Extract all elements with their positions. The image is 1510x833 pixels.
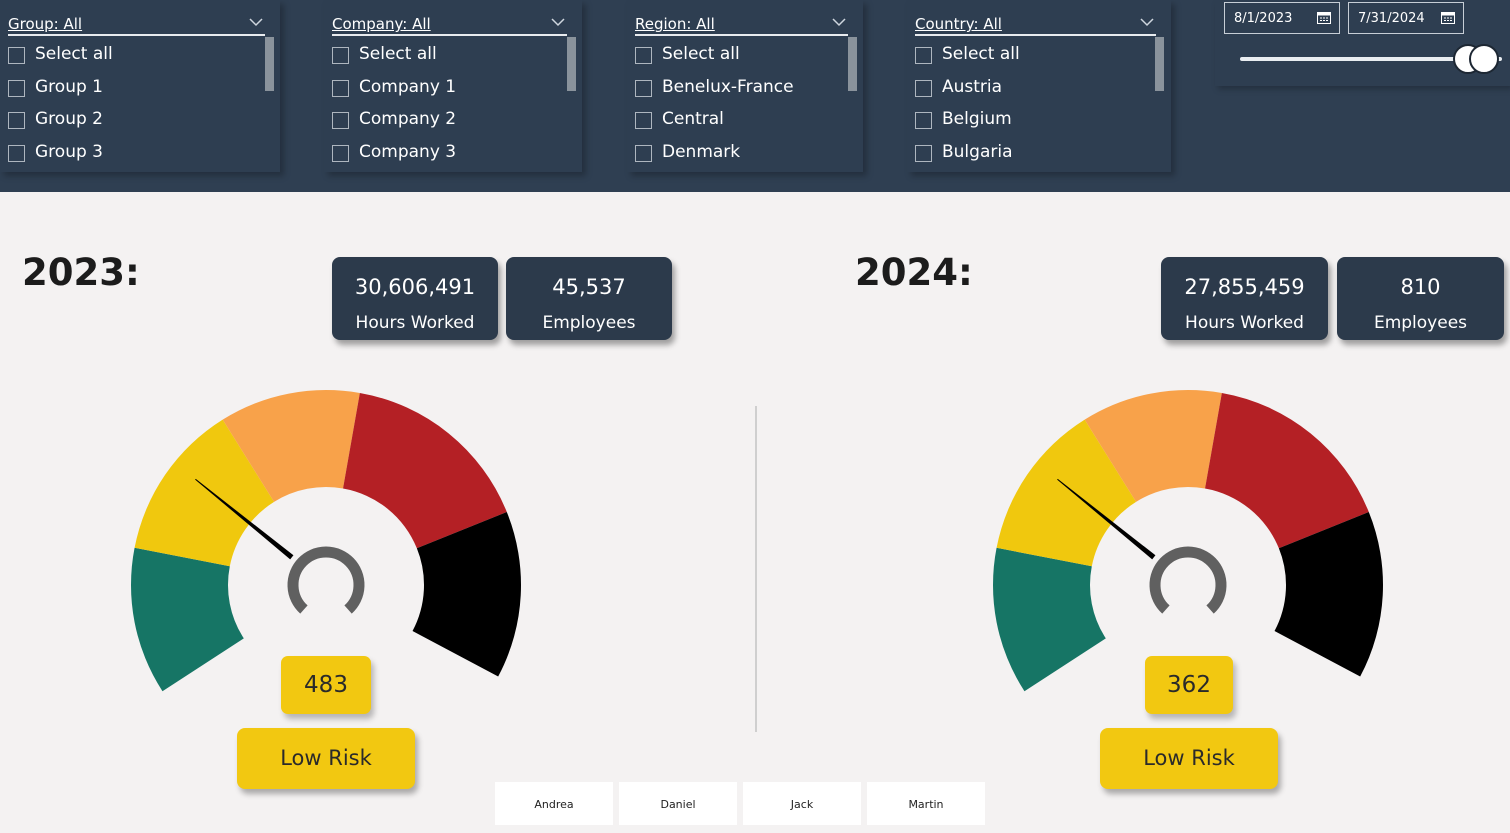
calendar-icon[interactable] bbox=[1441, 11, 1455, 24]
checkbox[interactable] bbox=[635, 145, 652, 162]
person-button-daniel[interactable]: Daniel bbox=[619, 782, 737, 825]
person-button-martin[interactable]: Martin bbox=[867, 782, 985, 825]
calendar-icon[interactable] bbox=[1317, 11, 1331, 24]
checkbox[interactable] bbox=[332, 145, 349, 162]
checkbox[interactable] bbox=[8, 80, 25, 97]
company-slicer-header[interactable]: Company: All bbox=[332, 14, 567, 36]
scrollbar[interactable] bbox=[265, 37, 274, 91]
country-slicer[interactable]: Country: All Select all Austria Belgium … bbox=[907, 0, 1171, 172]
hours-worked-card-2023: 30,606,491 Hours Worked bbox=[332, 257, 498, 340]
region-slicer-header[interactable]: Region: All bbox=[635, 14, 848, 36]
year-2024-label: 2024: bbox=[855, 251, 973, 294]
checkbox[interactable] bbox=[635, 47, 652, 64]
year-2023-label: 2023: bbox=[22, 251, 140, 294]
gauge-value-2024: 362 bbox=[1145, 656, 1233, 714]
chevron-down-icon[interactable] bbox=[249, 17, 263, 27]
employees-value: 810 bbox=[1400, 275, 1441, 299]
start-date-input[interactable]: 8/1/2023 bbox=[1224, 2, 1340, 34]
risk-level-2023: Low Risk bbox=[237, 728, 415, 789]
checkbox[interactable] bbox=[635, 112, 652, 129]
gauge-hub bbox=[287, 546, 365, 614]
chevron-down-icon[interactable] bbox=[551, 17, 565, 27]
gauge-hub bbox=[1149, 546, 1227, 614]
employees-label: Employees bbox=[1373, 313, 1468, 333]
end-date-input[interactable]: 7/31/2024 bbox=[1348, 2, 1464, 34]
hours-worked-value: 27,855,459 bbox=[1184, 275, 1305, 299]
hours-worked-value: 30,606,491 bbox=[354, 275, 476, 299]
company-slicer[interactable]: Company: All Select all Company 1 Compan… bbox=[324, 0, 582, 172]
checkbox[interactable] bbox=[915, 145, 932, 162]
risk-level-2024: Low Risk bbox=[1100, 728, 1278, 789]
country-slicer-header[interactable]: Country: All bbox=[915, 14, 1156, 36]
region-slicer-title: Region: All bbox=[635, 15, 715, 33]
group-slicer-header[interactable]: Group: All bbox=[8, 14, 265, 36]
checkbox[interactable] bbox=[915, 80, 932, 97]
employees-card-2024: 810 Employees bbox=[1337, 257, 1504, 340]
checkbox[interactable] bbox=[8, 47, 25, 64]
gauge-segments bbox=[992, 389, 1383, 692]
gauge-segment-teal bbox=[992, 547, 1106, 692]
checkbox[interactable] bbox=[635, 80, 652, 97]
company-slicer-title: Company: All bbox=[332, 15, 431, 33]
group-slicer[interactable]: Group: All Select all Group 1 Group 2 Gr… bbox=[0, 0, 280, 172]
gauge-segments bbox=[130, 389, 521, 692]
checkbox[interactable] bbox=[8, 145, 25, 162]
country-slicer-title: Country: All bbox=[915, 15, 1002, 33]
chevron-down-icon[interactable] bbox=[832, 17, 846, 27]
scrollbar[interactable] bbox=[1155, 37, 1164, 91]
checkbox[interactable] bbox=[915, 112, 932, 129]
employees-value: 45,537 bbox=[552, 275, 626, 299]
chevron-down-icon[interactable] bbox=[1140, 17, 1154, 27]
person-button-jack[interactable]: Jack bbox=[743, 782, 861, 825]
checkbox[interactable] bbox=[915, 47, 932, 64]
scrollbar[interactable] bbox=[848, 37, 857, 91]
group-slicer-title: Group: All bbox=[8, 15, 83, 33]
employees-label: Employees bbox=[542, 313, 636, 333]
region-slicer[interactable]: Region: All Select all Benelux-France Ce… bbox=[627, 0, 863, 172]
scrollbar[interactable] bbox=[567, 37, 576, 91]
checkbox[interactable] bbox=[8, 112, 25, 129]
person-button-andrea[interactable]: Andrea bbox=[495, 782, 613, 825]
section-divider bbox=[755, 406, 757, 732]
gauge-value-2023: 483 bbox=[281, 656, 371, 714]
checkbox[interactable] bbox=[332, 112, 349, 129]
checkbox[interactable] bbox=[332, 80, 349, 97]
hours-worked-label: Hours Worked bbox=[355, 313, 475, 333]
checkbox[interactable] bbox=[332, 47, 349, 64]
employees-card-2023: 45,537 Employees bbox=[506, 257, 672, 340]
hours-worked-card-2024: 27,855,459 Hours Worked bbox=[1161, 257, 1328, 340]
gauge-segment-teal bbox=[130, 547, 244, 692]
date-slider-end-handle[interactable] bbox=[1469, 44, 1499, 74]
hours-worked-label: Hours Worked bbox=[1185, 313, 1304, 333]
